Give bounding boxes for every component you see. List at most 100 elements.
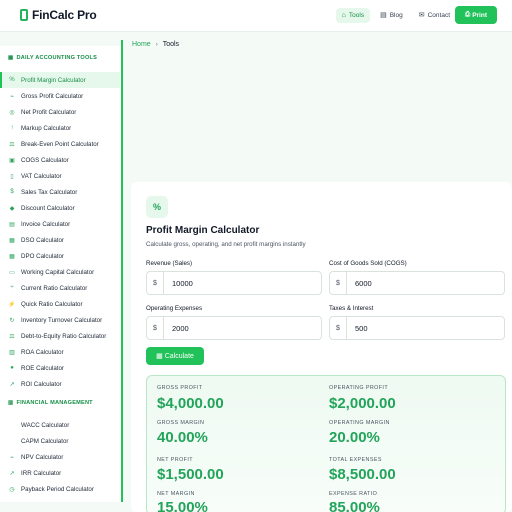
sidebar-item-roi[interactable]: ↗ ROI Calculator [0, 376, 120, 392]
opex-label: Operating Expenses [146, 305, 203, 312]
expense-ratio-label: EXPENSE RATIO [329, 491, 378, 497]
sidebar-item-wacc[interactable]: WACC Calculator [0, 417, 120, 433]
breadcrumb-home-link[interactable]: Home [132, 41, 151, 48]
sidebar-section-financial: ▥ FINANCIAL MANAGEMENT [8, 400, 93, 406]
sidebar-item-break-even[interactable]: ⚖ Break-Even Point Calculator [0, 136, 120, 152]
tag-icon: ◆ [9, 205, 15, 212]
gross-margin-label: GROSS MARGIN [157, 420, 205, 426]
nav-tools[interactable]: ⌂ Tools [335, 8, 371, 23]
breadcrumb: Home › Tools [132, 41, 179, 48]
operating-margin-value: 20.00% [329, 429, 380, 446]
taxes-label: Taxes & Interest [329, 305, 374, 312]
sidebar-item-inventory-turnover[interactable]: ↻ Inventory Turnover Calculator [0, 312, 120, 328]
sidebar-item-cogs[interactable]: ▣ COGS Calculator [0, 152, 120, 168]
sidebar-item-label: Invoice Calculator [21, 220, 71, 228]
sidebar-item-label: ROE Calculator [21, 364, 64, 372]
revenue-label: Revenue (Sales) [146, 260, 193, 267]
net-margin-value: 15.00% [157, 499, 208, 512]
chevron-right-icon: › [155, 41, 158, 48]
dollar-icon: $ [10, 189, 14, 195]
dollar-prefix: $ [147, 272, 164, 294]
sidebar-item-vat[interactable]: ▯ VAT Calculator [0, 168, 120, 184]
sidebar-item-npv[interactable]: ⌁ NPV Calculator [0, 449, 120, 465]
trend-up-icon: ↗ [9, 470, 15, 477]
sidebar-item-quick-ratio[interactable]: ⚡ Quick Ratio Calculator [0, 296, 120, 312]
dollar-prefix: $ [147, 317, 164, 339]
net-profit-value: $1,500.00 [157, 466, 224, 483]
sidebar-item-gross-profit[interactable]: ⌁ Gross Profit Calculator [0, 88, 120, 104]
chart-line-icon: ⌁ [10, 454, 14, 461]
main-nav: ⌂ Tools ▤ Blog ✉ Contact [335, 8, 456, 23]
taxes-value[interactable]: 500 [347, 324, 368, 333]
bank-icon: ▥ [8, 400, 14, 406]
sidebar-item-label: Current Ratio Calculator [21, 284, 88, 292]
sidebar-item-current-ratio[interactable]: ÷ Current Ratio Calculator [0, 280, 120, 296]
opex-field[interactable]: $ 2000 [146, 316, 322, 340]
sidebar-item-invoice[interactable]: ▤ Invoice Calculator [0, 216, 120, 232]
sidebar-item-net-profit[interactable]: ◎ Net Profit Calculator [0, 104, 120, 120]
revenue-field[interactable]: $ 10000 [146, 271, 322, 295]
sidebar-item-label: Gross Profit Calculator [21, 92, 84, 100]
sidebar-item-discount[interactable]: ◆ Discount Calculator [0, 200, 120, 216]
home-icon: ⌂ [341, 12, 346, 19]
calculator-icon [20, 9, 28, 21]
sidebar-item-label: Payback Period Calculator [21, 485, 94, 493]
brand-name: FinCalc Pro [32, 8, 97, 22]
trend-up-icon: ↗ [9, 381, 15, 388]
percent-icon: % [9, 77, 15, 83]
chart-line-icon: ⌁ [10, 93, 14, 100]
sidebar-item-label: CAPM Calculator [21, 437, 69, 445]
gross-margin-value: 40.00% [157, 429, 208, 446]
sidebar-item-dpo[interactable]: ▦ DPO Calculator [0, 248, 120, 264]
box-icon: ▣ [9, 157, 15, 164]
sidebar-item-label: ROA Calculator [21, 348, 64, 356]
revenue-value[interactable]: 10000 [164, 279, 193, 288]
breadcrumb-current: Tools [162, 41, 180, 48]
sidebar-item-label: ROI Calculator [21, 380, 62, 388]
calendar-icon: ▦ [9, 237, 15, 244]
users-icon: ● [10, 365, 14, 371]
page-title: Profit Margin Calculator [146, 225, 260, 236]
sidebar-item-label: Net Profit Calculator [21, 108, 77, 116]
print-button[interactable]: ⎙ Print [455, 6, 497, 24]
sidebar-item-dso[interactable]: ▦ DSO Calculator [0, 232, 120, 248]
cogs-value[interactable]: 6000 [347, 279, 372, 288]
sidebar-item-roa[interactable]: ▥ ROA Calculator [0, 344, 120, 360]
sidebar-item-irr[interactable]: ↗ IRR Calculator [0, 465, 120, 481]
sidebar-item-capm[interactable]: CAPM Calculator [0, 433, 120, 449]
sidebar-item-debt-to-equity[interactable]: ⚖ Debt-to-Equity Ratio Calculator [0, 328, 120, 344]
sidebar-item-label: Sales Tax Calculator [21, 188, 78, 196]
balance-icon: ⚖ [9, 333, 15, 340]
section-title: DAILY ACCOUNTING TOOLS [16, 55, 98, 61]
cogs-field[interactable]: $ 6000 [329, 271, 505, 295]
gross-profit-label: GROSS PROFIT [157, 385, 203, 391]
total-expenses-value: $8,500.00 [329, 466, 396, 483]
sidebar-item-profit-margin[interactable]: % Profit Margin Calculator [0, 72, 120, 88]
sidebar-item-sales-tax[interactable]: $ Sales Tax Calculator [0, 184, 120, 200]
gross-profit-value: $4,000.00 [157, 395, 224, 412]
nav-contact-label: Contact [427, 12, 450, 19]
sidebar-item-label: DSO Calculator [21, 236, 64, 244]
calculate-button[interactable]: ▦ Calculate [146, 347, 204, 365]
sidebar-item-label: Profit Margin Calculator [21, 76, 86, 84]
opex-value[interactable]: 2000 [164, 324, 189, 333]
sidebar-item-markup[interactable]: ↑ Markup Calculator [0, 120, 120, 136]
calendar-check-icon: ▦ [9, 253, 15, 260]
nav-blog[interactable]: ▤ Blog [374, 8, 409, 23]
arrow-up-icon: ↑ [10, 125, 14, 131]
sidebar-item-label: VAT Calculator [21, 172, 62, 180]
file-invoice-icon: ▤ [9, 221, 15, 228]
sidebar-item-label: COGS Calculator [21, 156, 69, 164]
brand-logo[interactable]: FinCalc Pro [20, 8, 97, 22]
sidebar-item-roe[interactable]: ● ROE Calculator [0, 360, 120, 376]
divide-icon: ÷ [10, 285, 14, 291]
calculate-button-label: Calculate [164, 352, 194, 360]
sidebar-item-working-capital[interactable]: ▭ Working Capital Calculator [0, 264, 120, 280]
sidebar-item-label: NPV Calculator [21, 453, 64, 461]
bolt-icon: ⚡ [8, 301, 16, 308]
sidebar-item-payback[interactable]: ◷ Payback Period Calculator [0, 481, 120, 497]
operating-profit-value: $2,000.00 [329, 395, 396, 412]
nav-contact[interactable]: ✉ Contact [413, 8, 456, 23]
taxes-field[interactable]: $ 500 [329, 316, 505, 340]
calculator-icon: ▦ [156, 353, 163, 360]
